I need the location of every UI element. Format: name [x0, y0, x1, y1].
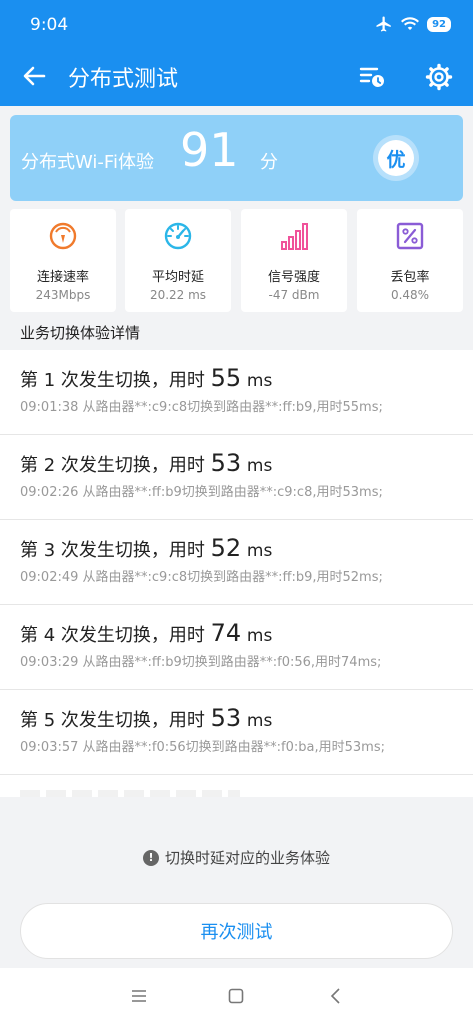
metric-label: 丢包率 — [390, 270, 430, 285]
metric-connection-rate: 连接速率 243Mbps — [10, 209, 116, 312]
history-list-icon[interactable] — [358, 62, 386, 90]
metric-value: 20.22 ms — [149, 288, 207, 302]
handoff-ms-unit: ms — [246, 626, 273, 646]
handoff-ms-unit: ms — [246, 456, 273, 476]
handoff-list[interactable]: 第 1 次发生切换，用时 55 ms 09:01:38 从路由器**:c9:c8… — [0, 350, 473, 797]
metric-signal-strength: 信号强度 -47 dBm — [241, 209, 347, 312]
score-label: 分布式Wi-Fi体验 — [21, 152, 154, 173]
back-chevron-icon[interactable] — [326, 986, 346, 1006]
handoff-ms-unit: ms — [246, 711, 273, 731]
status-bar: 9:04 92 — [0, 0, 473, 48]
handoff-detail: 09:03:57 从路由器**:f0:56切换到路由器**:f0:ba,用时53… — [20, 740, 385, 755]
handoff-detail: 09:03:29 从路由器**:ff:b9切换到路由器**:f0:56,用时74… — [20, 655, 382, 670]
handoff-summary: 第 5 次发生切换，用时 53 ms — [20, 704, 272, 732]
metric-label: 平均时延 — [151, 270, 204, 285]
percent-icon — [396, 222, 424, 250]
page-title: 分布式测试 — [68, 67, 179, 92]
list-item: 第 2 次发生切换，用时 53 ms 09:02:26 从路由器**:ff:b9… — [0, 435, 473, 520]
metric-value: 243Mbps — [35, 288, 91, 302]
cut-off-list-item — [20, 790, 240, 797]
handoff-ms-value: 52 — [210, 534, 242, 562]
handoff-summary: 第 3 次发生切换，用时 52 ms — [20, 534, 272, 562]
wifi-score-card: 分布式Wi-Fi体验 91 分 优 — [10, 115, 463, 201]
handoff-detail: 09:01:38 从路由器**:c9:c8切换到路由器**:ff:b9,用时55… — [20, 400, 383, 415]
status-time: 9:04 — [30, 15, 69, 35]
handoff-ms-value: 55 — [210, 364, 242, 392]
handoff-ms-unit: ms — [246, 371, 273, 391]
grade-badge: 优 — [373, 135, 419, 181]
handoff-ms-unit: ms — [246, 541, 273, 561]
metric-label: 连接速率 — [36, 270, 89, 285]
handoff-prefix: 第 4 次发生切换，用时 — [20, 625, 205, 646]
airplane-icon — [376, 16, 391, 32]
app-bar: 分布式测试 — [0, 48, 473, 106]
handoff-prefix: 第 5 次发生切换，用时 — [20, 710, 205, 731]
handoff-summary: 第 4 次发生切换，用时 74 ms — [20, 619, 272, 647]
handoff-prefix: 第 3 次发生切换，用时 — [20, 540, 205, 561]
gauge-icon — [164, 222, 192, 250]
section-title: 业务切换体验详情 — [20, 324, 141, 342]
handoff-summary: 第 2 次发生切换，用时 53 ms — [20, 449, 272, 477]
handoff-prefix: 第 1 次发生切换，用时 — [20, 370, 205, 391]
handoff-detail: 09:02:49 从路由器**:c9:c8切换到路由器**:ff:b9,用时52… — [20, 570, 383, 585]
handoff-ms-value: 53 — [210, 449, 242, 477]
handoff-summary: 第 1 次发生切换，用时 55 ms — [20, 364, 272, 392]
list-item: 第 1 次发生切换，用时 55 ms 09:01:38 从路由器**:c9:c8… — [0, 350, 473, 435]
handoff-ms-value: 53 — [210, 704, 242, 732]
battery-indicator: 92 — [427, 16, 451, 32]
handoff-ms-value: 74 — [210, 619, 242, 647]
menu-icon[interactable] — [129, 986, 149, 1006]
signal-bars-icon — [281, 223, 308, 250]
system-nav-bar — [0, 968, 473, 1024]
metrics-row: 连接速率 243Mbps 平均时延 20.22 ms 信号强度 -47 dBm — [10, 209, 463, 312]
info-exclamation-icon: ! — [142, 849, 159, 866]
list-item: 第 3 次发生切换，用时 52 ms 09:02:49 从路由器**:c9:c8… — [0, 520, 473, 605]
status-icons: 92 — [375, 15, 451, 33]
metric-value: -47 dBm — [268, 288, 320, 302]
wifi-icon — [401, 17, 420, 30]
retest-button[interactable]: 再次测试 — [20, 903, 453, 959]
grade-text: 优 — [378, 140, 414, 176]
handoff-detail: 09:02:26 从路由器**:ff:b9切换到路由器**:c9:c8,用时53… — [20, 485, 383, 500]
list-item: 第 5 次发生切换，用时 53 ms 09:03:57 从路由器**:f0:56… — [0, 690, 473, 775]
score-unit: 分 — [260, 152, 278, 173]
metric-value: 0.48% — [390, 288, 430, 302]
settings-gear-icon[interactable] — [424, 62, 454, 92]
handoff-prefix: 第 2 次发生切换，用时 — [20, 455, 205, 476]
note-text: 切换时延对应的业务体验 — [164, 849, 330, 867]
metric-packet-loss: 丢包率 0.48% — [357, 209, 463, 312]
metric-average-latency: 平均时延 20.22 ms — [125, 209, 231, 312]
list-item: 第 4 次发生切换，用时 74 ms 09:03:29 从路由器**:ff:b9… — [0, 605, 473, 690]
score-value: 91 — [180, 123, 239, 177]
speedometer-icon — [49, 222, 77, 250]
home-square-icon[interactable] — [226, 986, 246, 1006]
back-arrow-icon[interactable] — [20, 62, 48, 90]
latency-note: ! 切换时延对应的业务体验 — [0, 847, 473, 868]
metric-label: 信号强度 — [267, 270, 320, 285]
